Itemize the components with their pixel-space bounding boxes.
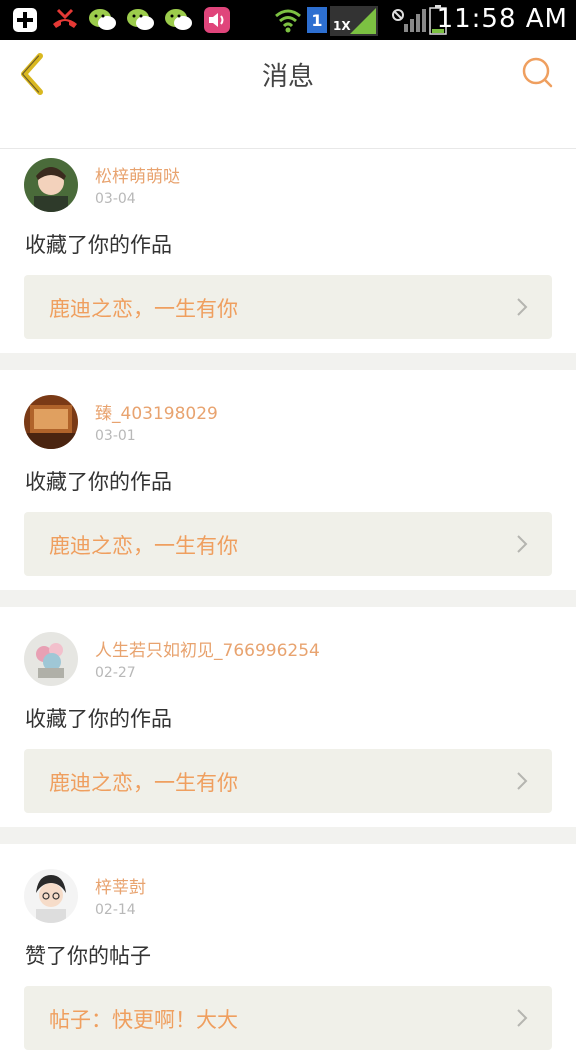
message-date: 03-04 <box>95 191 136 207</box>
missed-call-icon <box>48 6 82 34</box>
username[interactable]: 松梓萌萌哒 <box>95 162 180 187</box>
message-item: 梓莘尌 02-14 赞了你的帖子 帖子：快更啊！大大 <box>0 844 576 1050</box>
work-title: 鹿迪之恋，一生有你 <box>49 771 238 795</box>
message-action: 收藏了你的作品 <box>25 707 172 731</box>
divider <box>0 827 576 844</box>
search-button[interactable] <box>520 56 554 90</box>
work-title: 鹿迪之恋，一生有你 <box>49 534 238 558</box>
sim-badge-label: 1 <box>307 7 327 33</box>
wifi-icon <box>272 6 304 34</box>
sim-badge: 1 <box>306 6 328 34</box>
chevron-right-icon <box>517 772 528 790</box>
message-item: 臻_403198029 03-01 收藏了你的作品 鹿迪之恋，一生有你 <box>0 370 576 590</box>
message-date: 03-01 <box>95 428 136 444</box>
chevron-right-icon <box>517 298 528 316</box>
status-bar: 1 1X 11:58 AM <box>0 0 576 40</box>
message-item: 松梓萌萌哒 03-04 收藏了你的作品 鹿迪之恋，一生有你 <box>0 149 576 353</box>
message-item: 人生若只如初见_766996254 02-27 收藏了你的作品 鹿迪之恋，一生有… <box>0 607 576 827</box>
wechat-icon <box>126 6 156 34</box>
avatar[interactable] <box>24 632 78 686</box>
signal-1x-icon: 1X <box>330 6 378 36</box>
post-title: 帖子：快更啊！大大 <box>49 1008 238 1032</box>
no-signal-icon <box>392 6 426 34</box>
clock: 11:58 AM <box>436 4 568 34</box>
divider <box>0 590 576 607</box>
work-link[interactable]: 鹿迪之恋，一生有你 <box>24 749 552 813</box>
chevron-right-icon <box>517 535 528 553</box>
username[interactable]: 梓莘尌 <box>95 873 146 898</box>
message-action: 赞了你的帖子 <box>25 944 151 968</box>
work-link[interactable]: 鹿迪之恋，一生有你 <box>24 512 552 576</box>
search-icon <box>522 57 553 88</box>
chevron-right-icon <box>517 1009 528 1027</box>
avatar[interactable] <box>24 158 78 212</box>
add-notification-icon <box>10 6 40 34</box>
message-action: 收藏了你的作品 <box>25 233 172 257</box>
username[interactable]: 人生若只如初见_766996254 <box>95 636 320 661</box>
message-list: 松梓萌萌哒 03-04 收藏了你的作品 鹿迪之恋，一生有你 臻_40319802… <box>0 149 576 1050</box>
username[interactable]: 臻_403198029 <box>95 399 218 424</box>
work-link[interactable]: 鹿迪之恋，一生有你 <box>24 275 552 339</box>
message-action: 收藏了你的作品 <box>25 470 172 494</box>
avatar[interactable] <box>24 395 78 449</box>
work-title: 鹿迪之恋，一生有你 <box>49 297 238 321</box>
wechat-icon <box>88 6 118 34</box>
page-title: 消息 <box>261 62 314 92</box>
message-date: 02-27 <box>95 665 136 681</box>
message-date: 02-14 <box>95 902 136 918</box>
rate-badge-label: 1X <box>333 19 351 33</box>
wechat-icon <box>164 6 194 34</box>
avatar[interactable] <box>24 869 78 923</box>
volume-icon <box>203 6 231 34</box>
post-link[interactable]: 帖子：快更啊！大大 <box>24 986 552 1050</box>
divider <box>0 353 576 370</box>
